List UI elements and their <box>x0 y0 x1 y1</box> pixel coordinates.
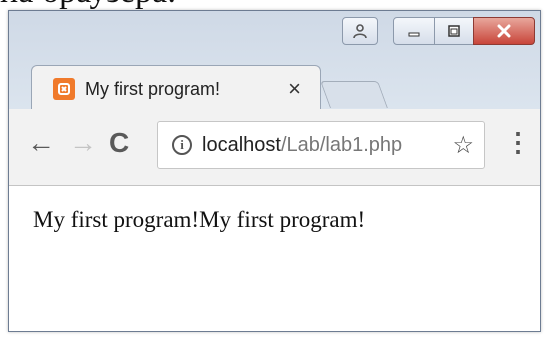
address-bar[interactable]: i localhost/Lab/lab1.php ☆ <box>157 121 485 169</box>
close-button[interactable] <box>473 17 535 45</box>
user-icon <box>353 24 367 39</box>
browser-tab-content: My first program! × <box>31 69 317 109</box>
page-body-text: My first program!My first program! <box>33 207 366 232</box>
minimize-icon <box>408 32 420 37</box>
star-icon[interactable]: ☆ <box>452 131 474 160</box>
xampp-favicon-icon <box>53 78 75 100</box>
forward-arrow-icon[interactable]: → <box>69 129 97 157</box>
browser-window: My first program! × ← → C i localhost/La… <box>8 10 541 332</box>
tab-title: My first program! <box>85 78 221 99</box>
url-host: localhost <box>202 133 281 156</box>
maximize-button[interactable] <box>434 17 474 45</box>
maximize-icon <box>448 25 460 37</box>
back-arrow-icon[interactable]: ← <box>27 129 55 157</box>
new-tab-button[interactable] <box>320 81 388 108</box>
close-icon <box>497 24 511 38</box>
user-profile-button[interactable] <box>342 17 378 45</box>
minimize-button[interactable] <box>393 17 435 45</box>
url-path: /Lab/lab1.php <box>280 133 403 156</box>
tab-close-icon[interactable]: × <box>288 78 301 100</box>
reload-icon[interactable]: C <box>109 129 129 157</box>
kebab-menu-icon[interactable]: ⋮ <box>505 129 531 155</box>
info-icon[interactable]: i <box>172 135 192 155</box>
